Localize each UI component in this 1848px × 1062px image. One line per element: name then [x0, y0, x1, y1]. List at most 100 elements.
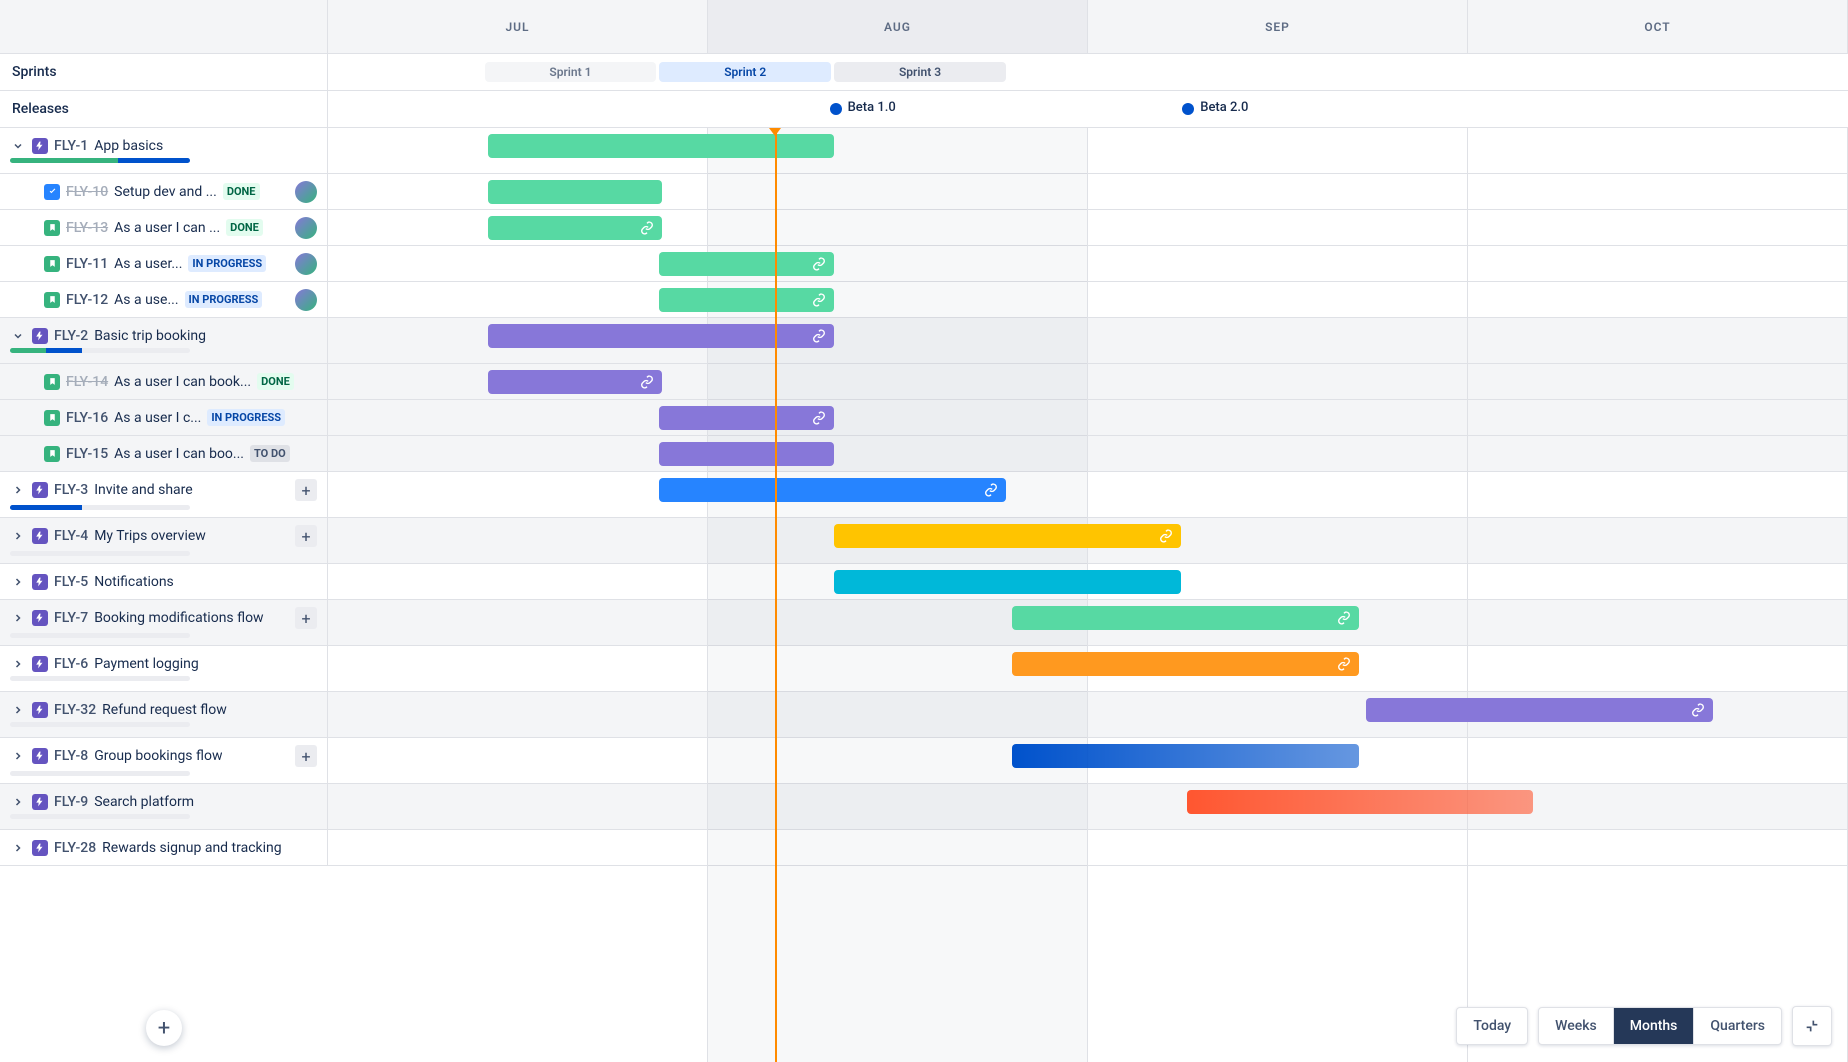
issue-summary[interactable]: Notifications: [94, 574, 174, 590]
add-child-button[interactable]: +: [295, 607, 317, 629]
issue-summary[interactable]: Payment logging: [94, 656, 199, 672]
issue-key[interactable]: FLY-28: [54, 840, 96, 856]
issue-key[interactable]: FLY-9: [54, 794, 88, 810]
sprints-row: Sprints Sprint 1Sprint 2Sprint 3: [0, 54, 1848, 91]
chevron-right-icon[interactable]: [10, 656, 26, 672]
issue-summary[interactable]: Group bookings flow: [94, 748, 222, 764]
epic-icon: [32, 328, 48, 344]
issue-summary[interactable]: App basics: [94, 138, 163, 154]
months-button[interactable]: Months: [1614, 1008, 1695, 1044]
chevron-right-icon[interactable]: [10, 482, 26, 498]
progress-bar: [10, 633, 190, 638]
collapse-icon[interactable]: [1792, 1006, 1832, 1046]
timeline-bar[interactable]: [488, 324, 835, 348]
month-aug: AUG: [708, 0, 1088, 53]
timeline-bar[interactable]: [1187, 790, 1534, 814]
timeline-bar[interactable]: [659, 478, 1006, 502]
avatar[interactable]: [295, 217, 317, 239]
issue-summary[interactable]: Rewards signup and tracking: [102, 840, 281, 856]
chevron-right-icon[interactable]: [10, 840, 26, 856]
timeline-bar[interactable]: [659, 288, 834, 312]
chevron-down-icon[interactable]: [10, 138, 26, 154]
issue-key[interactable]: FLY-15: [66, 446, 108, 462]
issue-key[interactable]: FLY-14: [66, 374, 108, 390]
timeline-bar[interactable]: [1012, 652, 1359, 676]
quarters-button[interactable]: Quarters: [1694, 1008, 1781, 1044]
timeline-bar[interactable]: [834, 524, 1181, 548]
issue-summary[interactable]: My Trips overview: [94, 528, 206, 544]
issue-key[interactable]: FLY-32: [54, 702, 96, 718]
issue-key[interactable]: FLY-5: [54, 574, 88, 590]
timeline-bar[interactable]: [659, 406, 834, 430]
issue-summary[interactable]: Invite and share: [94, 482, 193, 498]
issue-key[interactable]: FLY-4: [54, 528, 88, 544]
add-child-button[interactable]: +: [295, 745, 317, 767]
progress-bar: [10, 722, 190, 727]
chevron-right-icon[interactable]: [10, 748, 26, 764]
issue-key[interactable]: FLY-12: [66, 292, 108, 308]
issue-summary[interactable]: Setup dev and ...: [114, 184, 217, 200]
chevron-right-icon[interactable]: [10, 528, 26, 544]
issue-key[interactable]: FLY-3: [54, 482, 88, 498]
chevron-right-icon[interactable]: [10, 794, 26, 810]
sprint-sprint-1[interactable]: Sprint 1: [485, 62, 657, 82]
timeline-bar[interactable]: [659, 252, 834, 276]
issue-key[interactable]: FLY-13: [66, 220, 108, 236]
issue-key[interactable]: FLY-11: [66, 256, 108, 272]
avatar[interactable]: [295, 181, 317, 203]
issue-summary[interactable]: Search platform: [94, 794, 194, 810]
issue-row: FLY-14As a user I can book...DONE: [0, 364, 1848, 400]
avatar[interactable]: [295, 253, 317, 275]
story-icon: [44, 220, 60, 236]
release-dot[interactable]: [830, 103, 842, 115]
avatar[interactable]: [295, 289, 317, 311]
timeline-bar[interactable]: [1012, 744, 1359, 768]
issue-key[interactable]: FLY-10: [66, 184, 108, 200]
issue-summary[interactable]: As a user I can boo...: [114, 446, 244, 462]
issue-key[interactable]: FLY-7: [54, 610, 88, 626]
epic-icon: [32, 610, 48, 626]
chevron-right-icon[interactable]: [10, 610, 26, 626]
issue-summary[interactable]: Basic trip booking: [94, 328, 206, 344]
timeline-bar[interactable]: [1012, 606, 1359, 630]
timeline-bar[interactable]: [488, 216, 663, 240]
timeline-bar[interactable]: [488, 180, 663, 204]
issue-summary[interactable]: Booking modifications flow: [94, 610, 263, 626]
issue-summary[interactable]: As a user I can ...: [114, 220, 220, 236]
issue-key[interactable]: FLY-8: [54, 748, 88, 764]
chevron-down-icon[interactable]: [10, 328, 26, 344]
release-label: Beta 2.0: [1200, 100, 1248, 115]
issue-key[interactable]: FLY-16: [66, 410, 108, 426]
timeline-bar[interactable]: [1366, 698, 1713, 722]
add-epic-fab[interactable]: +: [146, 1010, 182, 1046]
sprint-sprint-3[interactable]: Sprint 3: [834, 62, 1006, 82]
month-sep: SEP: [1088, 0, 1468, 53]
issue-key[interactable]: FLY-6: [54, 656, 88, 672]
progress-bar: [10, 348, 190, 353]
issue-key[interactable]: FLY-1: [54, 138, 88, 154]
epic-row: FLY-6 Payment logging: [0, 646, 1848, 692]
sprint-sprint-2[interactable]: Sprint 2: [659, 62, 831, 82]
issue-summary[interactable]: As a user I can book...: [114, 374, 251, 390]
epic-icon: [32, 748, 48, 764]
issue-summary[interactable]: Refund request flow: [102, 702, 227, 718]
timeline-bar[interactable]: [488, 134, 835, 158]
issue-row: FLY-15As a user I can boo...TO DO: [0, 436, 1848, 472]
release-dot[interactable]: [1182, 103, 1194, 115]
issue-summary[interactable]: As a user I c...: [114, 410, 201, 426]
progress-bar: [10, 551, 190, 556]
chevron-right-icon[interactable]: [10, 702, 26, 718]
chevron-right-icon[interactable]: [10, 574, 26, 590]
today-button[interactable]: Today: [1456, 1007, 1528, 1045]
epic-row: FLY-3 Invite and share +: [0, 472, 1848, 518]
issue-key[interactable]: FLY-2: [54, 328, 88, 344]
add-child-button[interactable]: +: [295, 525, 317, 547]
weeks-button[interactable]: Weeks: [1539, 1008, 1614, 1044]
issue-summary[interactable]: As a user...: [114, 256, 182, 272]
timeline-bar[interactable]: [488, 370, 663, 394]
issue-summary[interactable]: As a use...: [114, 292, 178, 308]
progress-bar: [10, 771, 190, 776]
add-child-button[interactable]: +: [295, 479, 317, 501]
timeline-bar[interactable]: [659, 442, 834, 466]
timeline-bar[interactable]: [834, 570, 1181, 594]
